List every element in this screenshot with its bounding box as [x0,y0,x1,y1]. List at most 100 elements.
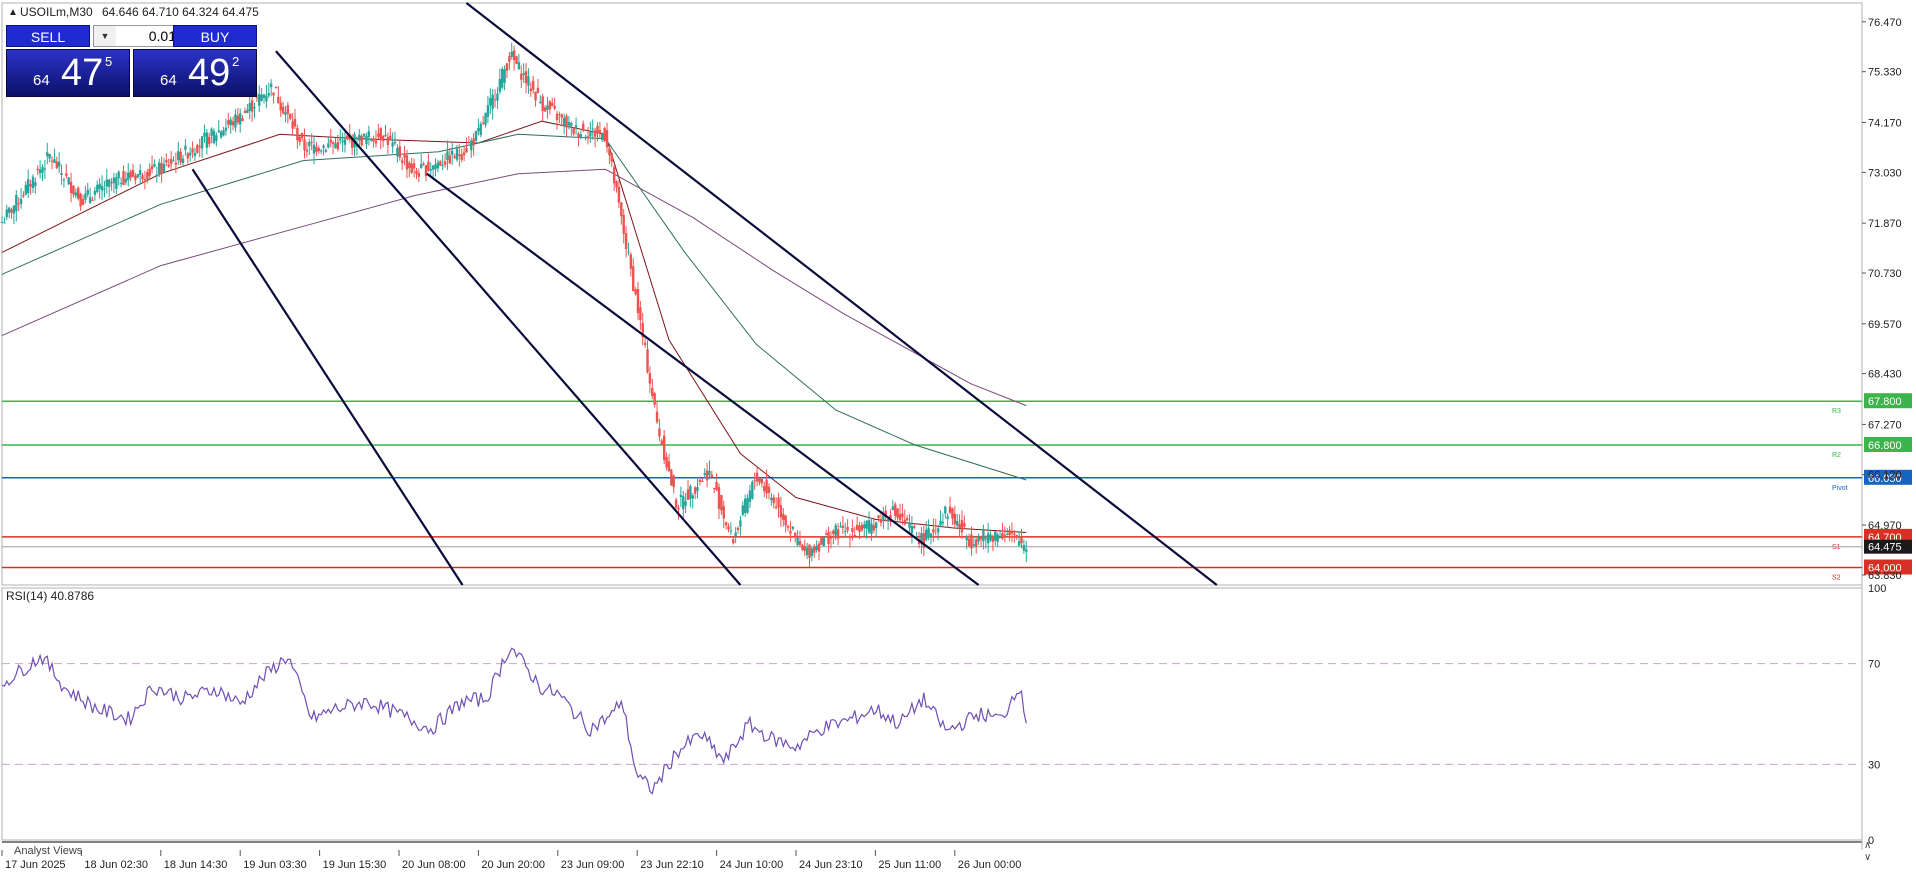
candle-body [231,121,235,126]
price-pane[interactable] [1,2,1863,586]
candle-body [994,531,997,541]
candle-body [629,254,633,269]
candle-body [374,140,378,144]
candle-body [662,435,666,461]
scroll-up-icon[interactable]: ∧ [1864,840,1871,851]
candle-body [48,154,51,159]
candle-body [593,130,597,137]
candle-body [305,149,309,152]
candle-body [710,474,714,478]
candle-body [317,148,321,152]
candle-body [324,149,328,152]
candle-body [315,146,318,152]
candle-body [1022,544,1026,551]
candle-body [441,165,444,167]
candle-body [624,233,628,250]
candle-body [572,128,575,134]
candle-body [291,121,294,129]
candle-body [667,461,671,471]
candle-body [827,532,830,545]
candle-body [43,168,47,170]
candle-body [329,139,332,143]
candle-body [910,526,914,534]
candle-body [62,179,66,181]
candle-body [1003,535,1007,537]
level-price-label: 67.800 [1868,396,1902,408]
candle-body [284,112,287,115]
candle-body [682,496,685,510]
candle-body [674,499,678,508]
candle-body [5,209,8,218]
candle-body [848,536,852,539]
candle-body [941,521,945,524]
sell-button[interactable]: SELL [6,25,90,47]
candle-body [894,504,897,517]
level-name-label: Pivot [1832,485,1848,492]
candle-body [115,177,118,189]
time-tick-label: 18 Jun 14:30 [164,859,228,871]
candle-body [515,56,518,64]
buy-price-button[interactable]: 64 49 2 [133,49,257,97]
price-tick-label: 76.470 [1868,17,1902,29]
candle-body [179,151,182,163]
sell-price-prefix: 64 [33,72,50,89]
candle-body [751,481,754,499]
candle-body [46,152,49,157]
candle-body [853,535,856,537]
candle-body [308,141,311,147]
candle-body [651,387,654,396]
rsi-pane[interactable] [1,587,1863,841]
buy-button[interactable]: BUY [173,25,257,47]
candle-body [596,125,599,134]
analyst-views-label[interactable]: Analyst Views [14,845,83,857]
candle-body [398,146,401,158]
candle-body [736,527,740,530]
candle-body [143,179,147,181]
candle-body [620,202,623,217]
candle-body [739,520,742,527]
candle-body [851,528,854,533]
candle-body [577,133,580,138]
candle-body [958,523,961,529]
candle-body [422,163,425,165]
candle-body [169,159,173,165]
candle-body [951,508,954,519]
candle-body [741,505,745,515]
candle-body [448,155,452,164]
candle-body [774,506,778,509]
header-arrow-icon: ▲ [8,7,18,18]
candle-body [136,174,139,178]
candle-body [319,150,323,152]
candle-body [1013,533,1016,535]
candle-body [12,205,16,214]
candle-body [758,478,761,483]
candle-body [31,176,35,188]
candle-body [298,136,301,143]
scroll-down-icon[interactable]: ∨ [1864,852,1871,863]
candle-body [236,115,240,123]
candle-body [529,88,533,92]
volume-input[interactable] [116,26,180,46]
chart-canvas[interactable]: 67.800R366.800R266.050Pivot64.700S164.00… [0,0,1916,874]
candle-body [829,537,833,539]
candle-body [834,525,837,536]
candle-body [431,165,435,170]
volume-decrease-icon[interactable]: ▼ [94,26,116,46]
candle-body [541,96,544,111]
candle-body [172,160,175,162]
time-axis: 17 Jun 2025 18 Jun 02:30 18 Jun 14:30 19 Ju… [1,850,1021,871]
price-tick-label: 74.170 [1868,117,1902,129]
candle-body [998,537,1002,539]
candle-body [1020,537,1023,544]
candle-body [732,539,735,544]
candle-body [553,105,556,109]
candle-body [727,526,730,530]
candle-body [567,121,571,126]
candle-body [112,177,116,184]
candle-body [400,160,404,164]
candle-body [991,536,995,542]
candle-body [188,152,192,156]
candle-body [0,221,4,223]
sell-price-button[interactable]: 64 47 5 [6,49,130,97]
candle-body [724,522,728,526]
